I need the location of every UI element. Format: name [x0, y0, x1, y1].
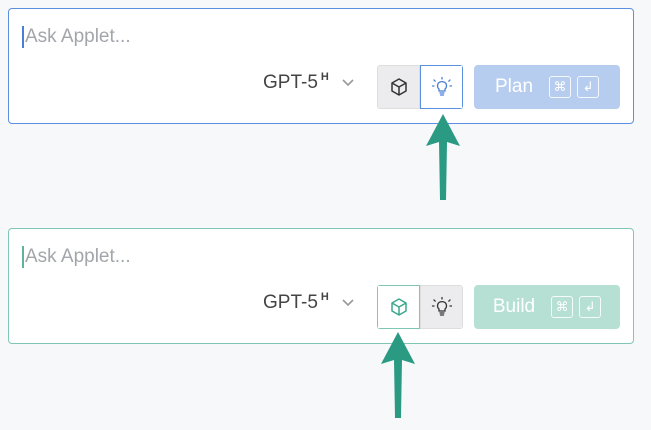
cube-icon [390, 298, 407, 316]
plan-prompt-panel: Ask Applet... GPT-5 H Plan ⌘ ↲ [8, 8, 634, 124]
plan-button[interactable]: Plan ⌘ ↲ [474, 65, 620, 109]
plan-mode-button[interactable] [420, 65, 463, 109]
prompt-placeholder: Ask Applet... [25, 246, 131, 267]
lightbulb-icon [431, 296, 452, 316]
model-name: GPT-5 [263, 292, 318, 313]
prompt-input[interactable]: Ask Applet... [22, 26, 131, 48]
model-name: GPT-5 [263, 72, 318, 93]
enter-key-icon: ↲ [579, 296, 602, 318]
arrow-up-icon [426, 114, 460, 200]
command-key-icon: ⌘ [549, 76, 572, 98]
chevron-down-icon [342, 299, 354, 307]
build-button-label: Build [492, 296, 536, 317]
model-selector[interactable]: GPT-5 H [263, 71, 355, 94]
enter-key-icon: ↲ [577, 76, 600, 98]
build-button[interactable]: Build ⌘ ↲ [474, 285, 620, 329]
arrow-up-icon [381, 332, 415, 418]
model-selector[interactable]: GPT-5 H [263, 291, 355, 314]
lightbulb-icon [431, 76, 452, 96]
plan-mode-button[interactable] [420, 285, 463, 329]
build-mode-button[interactable] [377, 65, 420, 109]
prompt-placeholder: Ask Applet... [25, 26, 131, 47]
chevron-down-icon [342, 79, 354, 87]
model-variant-badge: H [320, 291, 329, 303]
model-variant-badge: H [320, 71, 329, 83]
command-key-icon: ⌘ [551, 296, 574, 318]
text-caret [22, 246, 24, 268]
plan-button-label: Plan [494, 76, 534, 97]
mode-toggle [377, 285, 463, 329]
mode-toggle [377, 65, 463, 109]
cube-icon [390, 78, 407, 96]
build-prompt-panel: Ask Applet... GPT-5 H Build ⌘ ↲ [8, 228, 634, 344]
build-mode-button[interactable] [377, 285, 420, 329]
text-caret [22, 26, 24, 48]
prompt-input[interactable]: Ask Applet... [22, 246, 131, 268]
